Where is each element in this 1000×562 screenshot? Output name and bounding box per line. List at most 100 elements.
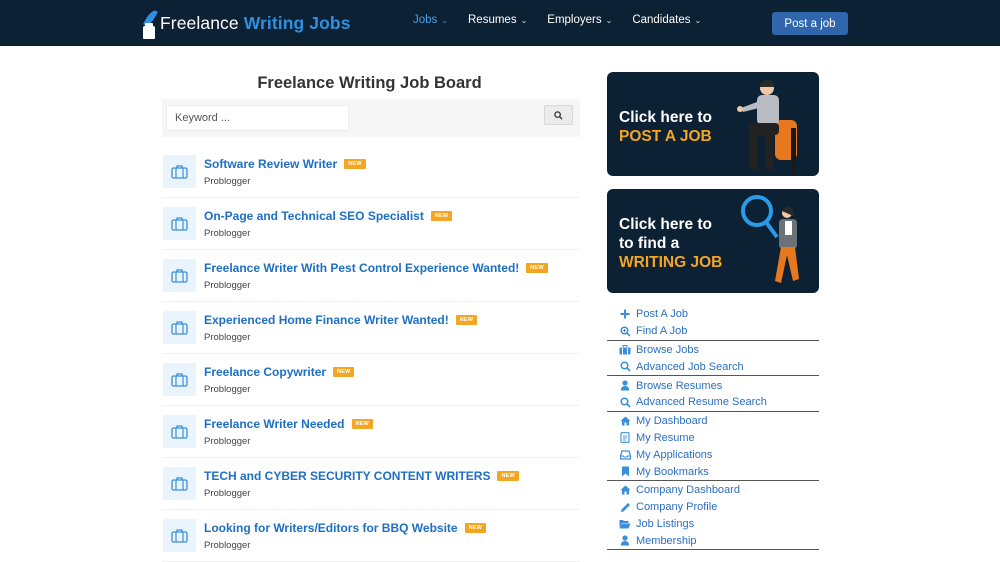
top-navbar: Freelance Writing Jobs Jobs ⌄ Resumes ⌄ Em…: [0, 0, 1000, 46]
sidebar-link-my-applications[interactable]: My Applications: [607, 446, 819, 463]
sidebar-link-group: Company Dashboard Company Profile Job List…: [607, 481, 819, 551]
new-badge: NEW: [333, 367, 355, 377]
nav-jobs[interactable]: Jobs ⌄: [413, 14, 448, 26]
sidebar-link-label: Company Profile: [636, 501, 718, 514]
sidebar-link-company-profile[interactable]: Company Profile: [607, 499, 819, 516]
job-title-link[interactable]: TECH and CYBER SECURITY CONTENT WRITERS: [204, 469, 490, 483]
job-list: Software Review Writer NEW Problogger On…: [162, 146, 580, 562]
briefcase-icon: [619, 344, 631, 356]
briefcase-icon: [163, 207, 196, 240]
briefcase-icon: [163, 155, 196, 188]
post-a-job-banner[interactable]: Click here to POST A JOB: [607, 72, 819, 176]
man-on-chair-illustration: [737, 80, 797, 174]
sidebar-link-label: My Bookmarks: [636, 465, 709, 478]
sidebar-link-label: Browse Resumes: [636, 379, 723, 392]
search-button[interactable]: [544, 105, 573, 125]
sidebar-link-browse-jobs[interactable]: Browse Jobs: [607, 342, 819, 359]
new-badge: NEW: [351, 419, 373, 429]
bookmark-icon: [619, 466, 631, 478]
job-listing[interactable]: TECH and CYBER SECURITY CONTENT WRITERS …: [162, 458, 580, 510]
new-badge: NEW: [344, 159, 366, 169]
job-company: Problogger: [204, 488, 251, 499]
job-listing[interactable]: Experienced Home Finance Writer Wanted! …: [162, 302, 580, 354]
briefcase-icon: [163, 415, 196, 448]
sidebar-link-membership[interactable]: Membership: [607, 532, 819, 549]
job-company: Problogger: [204, 436, 251, 447]
sidebar-link-label: Post A Job: [636, 308, 688, 321]
main-nav: Jobs ⌄ Resumes ⌄ Employers ⌄ Candidates ⌄: [413, 14, 721, 26]
chevron-down-icon: ⌄: [694, 15, 702, 25]
inbox-icon: [619, 449, 631, 461]
job-title-link[interactable]: Software Review Writer: [204, 157, 337, 171]
nav-resumes[interactable]: Resumes ⌄: [468, 14, 527, 26]
job-company: Problogger: [204, 540, 251, 551]
briefcase-icon: [163, 259, 196, 292]
new-badge: NEW: [430, 211, 453, 221]
sidebar-link-group: Browse Resumes Advanced Resume Search: [607, 376, 819, 412]
job-title-link[interactable]: Freelance Writer With Pest Control Exper…: [204, 261, 519, 275]
job-title-link[interactable]: On-Page and Technical SEO Specialist: [204, 209, 424, 223]
search-icon: [619, 361, 631, 373]
chevron-down-icon: ⌄: [520, 15, 528, 25]
sidebar-link-my-resume[interactable]: My Resume: [607, 430, 819, 447]
job-listing[interactable]: Freelance Writer With Pest Control Exper…: [162, 250, 580, 302]
sidebar-link-label: My Applications: [636, 448, 713, 461]
sidebar-links: Post A Job Find A Job Browse Jobs Advanced …: [607, 305, 819, 551]
sidebar-link-job-listings[interactable]: Job Listings: [607, 516, 819, 533]
new-badge: NEW: [464, 523, 487, 533]
job-title-link[interactable]: Experienced Home Finance Writer Wanted!: [204, 313, 449, 327]
nav-employers[interactable]: Employers ⌄: [547, 14, 612, 26]
job-listing[interactable]: On-Page and Technical SEO Specialist NEW…: [162, 198, 580, 250]
briefcase-icon: [163, 467, 196, 500]
sidebar-link-group: My Dashboard My Resume My Applications My B…: [607, 412, 819, 481]
quill-ink-icon: [142, 6, 159, 40]
briefcase-icon: [163, 363, 196, 396]
sidebar-link-browse-resumes[interactable]: Browse Resumes: [607, 377, 819, 394]
sidebar-link-company-dashboard[interactable]: Company Dashboard: [607, 482, 819, 499]
sidebar-link-advanced-job-search[interactable]: Advanced Job Search: [607, 358, 819, 375]
folder-open-icon: [619, 518, 631, 530]
new-badge: NEW: [497, 471, 519, 481]
job-company: Problogger: [204, 228, 251, 239]
job-listing[interactable]: Freelance Writer Needed NEW Problogger: [162, 406, 580, 458]
sidebar-link-label: Browse Jobs: [636, 343, 699, 356]
plus-icon: [619, 308, 631, 320]
search-icon: [619, 396, 631, 408]
post-a-job-button[interactable]: Post a job: [772, 12, 848, 35]
keyword-search-input[interactable]: [166, 105, 349, 131]
job-search-form: [162, 99, 580, 137]
document-icon: [619, 432, 631, 444]
chevron-down-icon: ⌄: [441, 15, 448, 25]
job-title-link[interactable]: Freelance Writer Needed: [204, 417, 345, 431]
pencil-icon: [619, 501, 631, 513]
woman-with-magnifier-illustration: [741, 195, 799, 283]
sidebar-link-label: Membership: [636, 534, 697, 547]
nav-candidates[interactable]: Candidates ⌄: [632, 14, 701, 26]
search-icon: [554, 110, 563, 120]
banner-text: Click here to to find a WRITING JOB: [619, 216, 723, 271]
sidebar-link-group: Post A Job Find A Job: [607, 305, 819, 341]
new-badge: NEW: [455, 315, 478, 325]
chevron-down-icon: ⌄: [605, 15, 613, 25]
job-title-link[interactable]: Freelance Copywriter: [204, 365, 326, 379]
find-writing-job-banner[interactable]: Click here to to find a WRITING JOB: [607, 189, 819, 293]
search-plus-icon: [619, 325, 631, 337]
user-icon: [619, 380, 631, 392]
sidebar-link-label: My Resume: [636, 431, 695, 444]
sidebar-link-label: Advanced Resume Search: [636, 396, 767, 409]
job-listing[interactable]: Freelance Copywriter NEW Problogger: [162, 354, 580, 406]
sidebar-link-label: Job Listings: [636, 517, 695, 530]
job-title-link[interactable]: Looking for Writers/Editors for BBQ Webs…: [204, 521, 458, 535]
job-listing[interactable]: Software Review Writer NEW Problogger: [162, 146, 580, 198]
sidebar-link-advanced-resume-search[interactable]: Advanced Resume Search: [607, 394, 819, 411]
job-company: Problogger: [204, 280, 251, 291]
sidebar-link-label: Find A Job: [636, 325, 688, 338]
job-listing[interactable]: Looking for Writers/Editors for BBQ Webs…: [162, 510, 580, 562]
site-logo[interactable]: Freelance Writing Jobs: [142, 5, 351, 41]
sidebar-link-my-dashboard[interactable]: My Dashboard: [607, 413, 819, 430]
new-badge: NEW: [526, 263, 548, 273]
user-icon: [619, 535, 631, 547]
sidebar-link-post-a-job[interactable]: Post A Job: [607, 306, 819, 323]
sidebar-link-my-bookmarks[interactable]: My Bookmarks: [607, 463, 819, 480]
sidebar-link-find-a-job[interactable]: Find A Job: [607, 323, 819, 340]
